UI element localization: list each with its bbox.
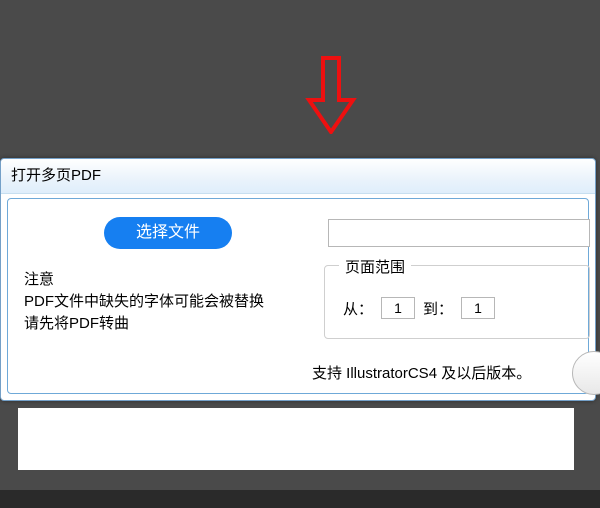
- open-multipage-pdf-dialog: 打开多页PDF 选择文件 注意 PDF文件中缺失的字体可能会被替换 请先将PDF…: [0, 158, 596, 401]
- dialog-title: 打开多页PDF: [11, 167, 101, 184]
- down-arrow-annotation-icon: [305, 56, 357, 134]
- file-path-input[interactable]: [328, 219, 590, 247]
- notes-heading: 注意: [24, 269, 304, 291]
- notes-block: 注意 PDF文件中缺失的字体可能会被替换 请先将PDF转曲: [24, 269, 304, 335]
- page-range-legend: 页面范围: [339, 256, 411, 277]
- dialog-titlebar[interactable]: 打开多页PDF: [1, 159, 595, 194]
- from-page-input[interactable]: [381, 297, 415, 319]
- artboard: [18, 408, 574, 470]
- page-range-group: 页面范围 从： 到：: [324, 265, 590, 339]
- from-label: 从：: [343, 298, 373, 319]
- notes-line1: PDF文件中缺失的字体可能会被替换: [24, 291, 304, 313]
- notes-line2: 请先将PDF转曲: [24, 313, 304, 335]
- to-label: 到：: [423, 298, 453, 319]
- dialog-body: 选择文件 注意 PDF文件中缺失的字体可能会被替换 请先将PDF转曲 页面范围 …: [7, 198, 589, 394]
- version-support-text: 支持 IllustratorCS4 及以后版本。: [312, 362, 531, 383]
- to-page-input[interactable]: [461, 297, 495, 319]
- round-button[interactable]: [572, 351, 600, 395]
- select-file-button[interactable]: 选择文件: [104, 217, 232, 249]
